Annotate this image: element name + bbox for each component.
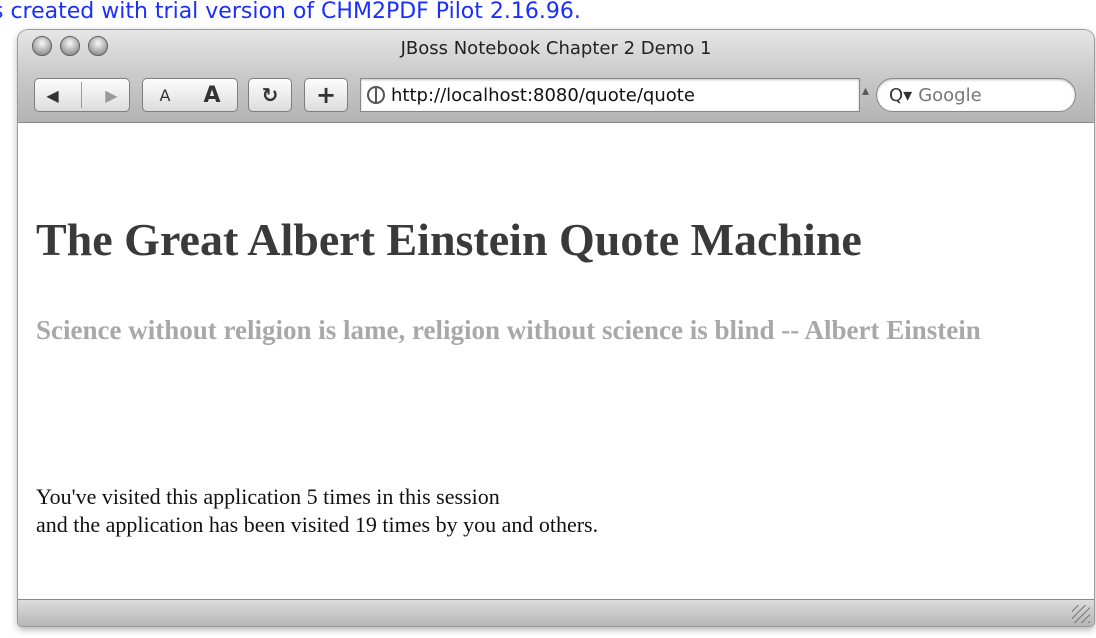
reload-button[interactable]: ↻ (248, 78, 292, 112)
text-size-control: A A (142, 78, 238, 112)
title-bar: JBoss Notebook Chapter 2 Demo 1 ◀ ▶ A A … (18, 30, 1094, 123)
nav-divider (81, 82, 83, 108)
back-forward-control: ◀ ▶ (34, 78, 130, 112)
address-history-caret-icon[interactable]: ▴ (862, 82, 869, 99)
trial-watermark: s created with trial version of CHM2PDF … (0, 0, 581, 24)
total-visits-text: and the application has been visited 19 … (36, 512, 599, 537)
search-icon[interactable]: Q▾ (889, 85, 912, 106)
add-bookmark-button[interactable]: + (304, 78, 348, 112)
page-content: The Great Albert Einstein Quote Machine … (18, 123, 1094, 600)
search-placeholder: Google (918, 84, 982, 106)
session-visits-text: You've visited this application 5 times … (36, 484, 500, 509)
page-heading: The Great Albert Einstein Quote Machine (36, 214, 862, 265)
address-bar[interactable]: http://localhost:8080/quote/quote (360, 78, 860, 112)
visit-counter: You've visited this application 5 times … (36, 483, 598, 539)
text-smaller-button[interactable]: A (160, 86, 171, 105)
einstein-quote: Science without religion is lame, religi… (36, 315, 981, 345)
back-button[interactable]: ◀ (46, 86, 58, 105)
forward-button[interactable]: ▶ (105, 86, 117, 105)
browser-toolbar: ◀ ▶ A A ↻ + http://localhost:8080/quote/… (34, 78, 1078, 112)
text-larger-button[interactable]: A (203, 83, 220, 108)
window-title: JBoss Notebook Chapter 2 Demo 1 (400, 38, 712, 59)
globe-icon (367, 86, 385, 104)
address-url: http://localhost:8080/quote/quote (391, 84, 695, 106)
resize-grip-icon[interactable] (1072, 605, 1090, 623)
browser-window: JBoss Notebook Chapter 2 Demo 1 ◀ ▶ A A … (18, 30, 1094, 626)
status-bar (18, 599, 1094, 626)
search-field[interactable]: Q▾ Google (876, 78, 1076, 112)
